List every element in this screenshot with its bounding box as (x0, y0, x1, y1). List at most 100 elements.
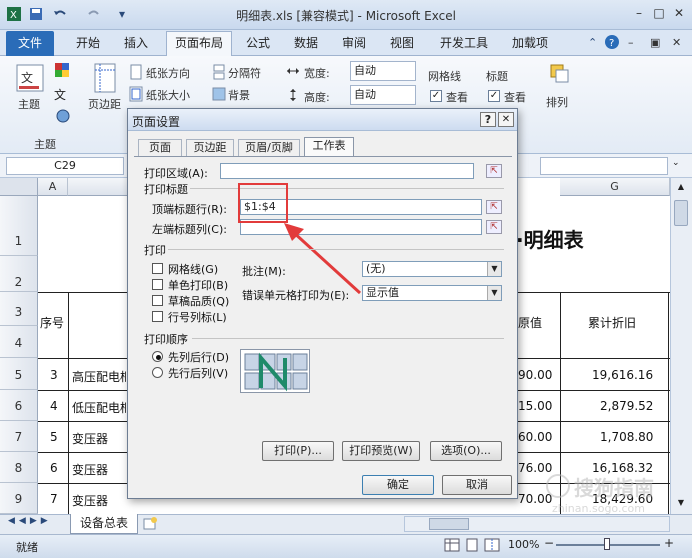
row-header-7[interactable]: 7 (0, 421, 38, 452)
options-button[interactable]: 选项(O)... (430, 441, 502, 461)
tab-formulas[interactable]: 公式 (238, 32, 278, 56)
row-header-4[interactable]: 4 (0, 326, 38, 358)
cell-name[interactable]: 变压器 (72, 492, 108, 509)
dialog-tab-header-footer[interactable]: 页眉/页脚 (238, 139, 300, 157)
background-label[interactable]: 背景 (228, 87, 250, 103)
down-then-over-radio[interactable] (152, 351, 163, 362)
height-select[interactable]: 自动 (350, 85, 416, 105)
column-header-b[interactable] (68, 178, 128, 196)
sheet-tab-active[interactable]: 设备总表 (70, 514, 138, 534)
size-icon[interactable] (128, 86, 144, 102)
tab-home[interactable]: 开始 (68, 32, 108, 56)
select-all-corner[interactable] (0, 178, 38, 196)
dialog-title-bar[interactable]: 页面设置 ? ✕ (128, 109, 517, 131)
themes-label[interactable]: 主题 (18, 96, 40, 112)
insert-sheet-icon[interactable] (142, 516, 158, 532)
gridlines-checkbox[interactable] (152, 263, 163, 274)
margins-icon[interactable] (92, 62, 118, 94)
cell-value[interactable]: 90.00 (518, 368, 552, 382)
comments-select[interactable]: (无) ▼ (362, 261, 502, 277)
tab-view[interactable]: 视图 (382, 32, 422, 56)
breaks-icon[interactable] (212, 64, 226, 80)
scroll-up-icon[interactable]: ▲ (675, 182, 687, 192)
headings-view-checkbox[interactable]: ✓ (488, 90, 500, 102)
tab-developer[interactable]: 开发工具 (432, 32, 496, 56)
cell-name[interactable]: 高压配电柜 (72, 368, 126, 385)
theme-effects-icon[interactable] (54, 108, 72, 124)
column-header-a[interactable]: A (38, 178, 68, 196)
over-then-down-radio[interactable] (152, 367, 163, 378)
normal-view-icon[interactable] (444, 538, 460, 552)
cell-seq[interactable]: 3 (50, 368, 58, 382)
ribbon-close-icon[interactable]: ✕ (672, 36, 686, 50)
ribbon-minimize-icon[interactable]: – (628, 36, 642, 50)
theme-fonts-icon[interactable]: 文 (54, 86, 72, 102)
breaks-label[interactable]: 分隔符 (228, 65, 261, 81)
cell-depreciation[interactable]: 19,616.16 (592, 368, 653, 382)
tab-data[interactable]: 数据 (286, 32, 326, 56)
row-header-8[interactable]: 8 (0, 452, 38, 483)
size-label[interactable]: 纸张大小 (146, 87, 190, 103)
ribbon-restore-icon[interactable]: ▣ (650, 36, 664, 50)
cell-name[interactable]: 变压器 (72, 461, 108, 478)
print-button[interactable]: 打印(P)... (262, 441, 334, 461)
errors-select[interactable]: 显示值 ▼ (362, 285, 502, 301)
page-break-view-icon[interactable] (484, 538, 500, 552)
zoom-in-button[interactable]: + (664, 536, 674, 550)
zoom-out-button[interactable]: − (544, 536, 554, 550)
help-icon[interactable]: ? (604, 34, 620, 50)
gridlines-view-checkbox[interactable]: ✓ (430, 90, 442, 102)
draft-quality-checkbox[interactable] (152, 295, 163, 306)
arrange-icon[interactable] (548, 62, 570, 86)
background-icon[interactable] (212, 86, 226, 102)
column-header-g[interactable]: G (560, 178, 670, 196)
left-cols-collapse-icon[interactable]: ⇱ (486, 220, 502, 234)
tab-page-layout[interactable]: 页面布局 (166, 31, 233, 57)
row-header-5[interactable]: 5 (0, 358, 38, 390)
row-header-9[interactable]: 9 (0, 483, 38, 514)
comments-dropdown-icon[interactable]: ▼ (487, 262, 501, 276)
zoom-level[interactable]: 100% (508, 538, 539, 551)
ok-button[interactable]: 确定 (362, 475, 434, 495)
hscroll-thumb[interactable] (429, 518, 469, 530)
tab-review[interactable]: 审阅 (334, 32, 374, 56)
name-box[interactable]: C29 (6, 157, 124, 175)
row-col-headers-checkbox[interactable] (152, 311, 163, 322)
margins-label[interactable]: 页边距 (88, 96, 121, 112)
orientation-icon[interactable] (128, 64, 144, 80)
dialog-help-button[interactable]: ? (480, 112, 496, 127)
orientation-label[interactable]: 纸张方向 (146, 65, 190, 81)
row-header-2[interactable]: 2 (0, 256, 38, 292)
themes-icon[interactable]: 文 (14, 62, 48, 96)
cell-seq[interactable]: 7 (50, 492, 58, 506)
dialog-close-button[interactable]: ✕ (498, 112, 514, 127)
cell-seq[interactable]: 4 (50, 399, 58, 413)
maximize-button[interactable]: □ (650, 5, 668, 21)
expand-formula-bar-icon[interactable]: ⌄ (672, 158, 686, 172)
tab-add-ins[interactable]: 加载项 (504, 32, 556, 56)
close-button[interactable]: ✕ (670, 5, 688, 21)
print-area-input[interactable] (220, 163, 474, 179)
cell-depreciation[interactable]: 1,708.80 (600, 430, 653, 444)
page-layout-view-icon[interactable] (464, 538, 480, 552)
row-header-6[interactable]: 6 (0, 390, 38, 421)
cell-name[interactable]: 变压器 (72, 430, 108, 447)
errors-dropdown-icon[interactable]: ▼ (487, 286, 501, 300)
vertical-scrollbar[interactable]: ▲ ▼ (670, 178, 692, 514)
cell-seq[interactable]: 6 (50, 461, 58, 475)
tab-insert[interactable]: 插入 (116, 32, 156, 56)
collapse-ribbon-icon[interactable]: ⌃ (588, 36, 600, 50)
arrange-label[interactable]: 排列 (546, 94, 568, 110)
minimize-button[interactable]: – (630, 5, 648, 21)
dialog-tab-page[interactable]: 页面 (138, 139, 182, 157)
row-header-1[interactable]: 1 (0, 196, 38, 256)
cell-value[interactable]: 60.00 (518, 430, 552, 444)
width-select[interactable]: 自动 (350, 61, 416, 81)
zoom-slider-thumb[interactable] (604, 538, 610, 550)
sheet-nav-icons[interactable]: ◀◀▶▶ (8, 516, 64, 530)
cell-seq[interactable]: 5 (50, 430, 58, 444)
print-area-collapse-icon[interactable]: ⇱ (486, 164, 502, 178)
top-rows-collapse-icon[interactable]: ⇱ (486, 200, 502, 214)
cell-value[interactable]: 15.00 (518, 399, 552, 413)
print-preview-button[interactable]: 打印预览(W) (342, 441, 420, 461)
